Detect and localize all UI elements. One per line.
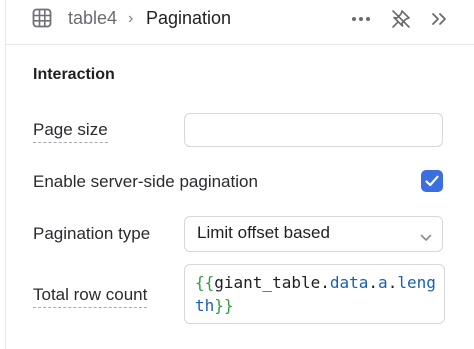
- total-row-count-label: Total row count: [33, 284, 148, 308]
- inspector-header: table4 › Pagination: [6, 0, 474, 45]
- breadcrumb-component[interactable]: table4: [68, 7, 117, 29]
- pagination-type-label: Pagination type: [33, 224, 151, 243]
- template-dot: .: [368, 273, 379, 292]
- unpin-button[interactable]: [388, 6, 414, 32]
- breadcrumb-separator: ›: [128, 10, 134, 27]
- table-grid-icon: [32, 8, 52, 28]
- template-close-brace: }}: [214, 296, 234, 315]
- chevron-down-icon: [420, 229, 432, 247]
- page-title: Pagination: [146, 8, 232, 28]
- pin-off-icon: [392, 10, 410, 28]
- template-property: th: [195, 296, 215, 315]
- pagination-type-value: Limit offset based: [197, 223, 330, 242]
- page-size-input[interactable]: [184, 113, 443, 147]
- template-dot: .: [320, 273, 330, 292]
- checkmark-icon: [425, 175, 439, 187]
- collapse-panel-button[interactable]: [426, 6, 452, 32]
- template-property: leng: [397, 273, 436, 292]
- template-dot: .: [387, 273, 398, 292]
- server-side-pagination-label: Enable server-side pagination: [33, 172, 258, 191]
- double-chevron-right-icon: [432, 13, 446, 25]
- section-heading-interaction: Interaction: [33, 66, 115, 83]
- page-size-label: Page size: [33, 119, 108, 143]
- panel-left-border: [5, 0, 6, 349]
- more-options-button[interactable]: [348, 6, 374, 32]
- server-side-pagination-checkbox[interactable]: [421, 170, 443, 192]
- pagination-type-select[interactable]: Limit offset based: [184, 216, 443, 252]
- template-property: a: [378, 273, 388, 292]
- template-property: data: [329, 273, 369, 292]
- template-open-brace: {{: [195, 273, 215, 292]
- total-row-count-code-input[interactable]: {{giant_table.data.a.leng th}}: [184, 264, 445, 324]
- template-object: giant_table: [214, 273, 321, 292]
- more-horizontal-icon: [352, 17, 370, 21]
